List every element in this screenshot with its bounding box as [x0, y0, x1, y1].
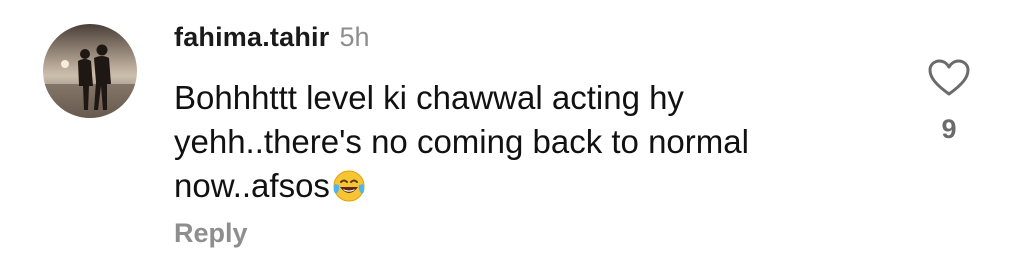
username-link[interactable]: fahima.tahir — [174, 22, 329, 53]
reply-button[interactable]: Reply — [174, 218, 248, 249]
comment-timestamp: 5h — [339, 22, 370, 52]
comment-item: fahima.tahir 5h Bohhhttt level ki chawwa… — [0, 0, 1024, 264]
heart-outline-icon — [928, 59, 970, 96]
like-count: 9 — [941, 114, 957, 144]
comment-meta: fahima.tahir 5h — [174, 22, 369, 58]
avatar[interactable] — [43, 24, 137, 118]
comment-text: Bohhhttt level ki chawwal acting hy yehh… — [174, 79, 749, 204]
face-with-tears-of-joy-icon — [332, 169, 366, 203]
like-button[interactable] — [927, 58, 971, 98]
comment-text-block: Bohhhttt level ki chawwal acting hy yehh… — [174, 76, 874, 208]
